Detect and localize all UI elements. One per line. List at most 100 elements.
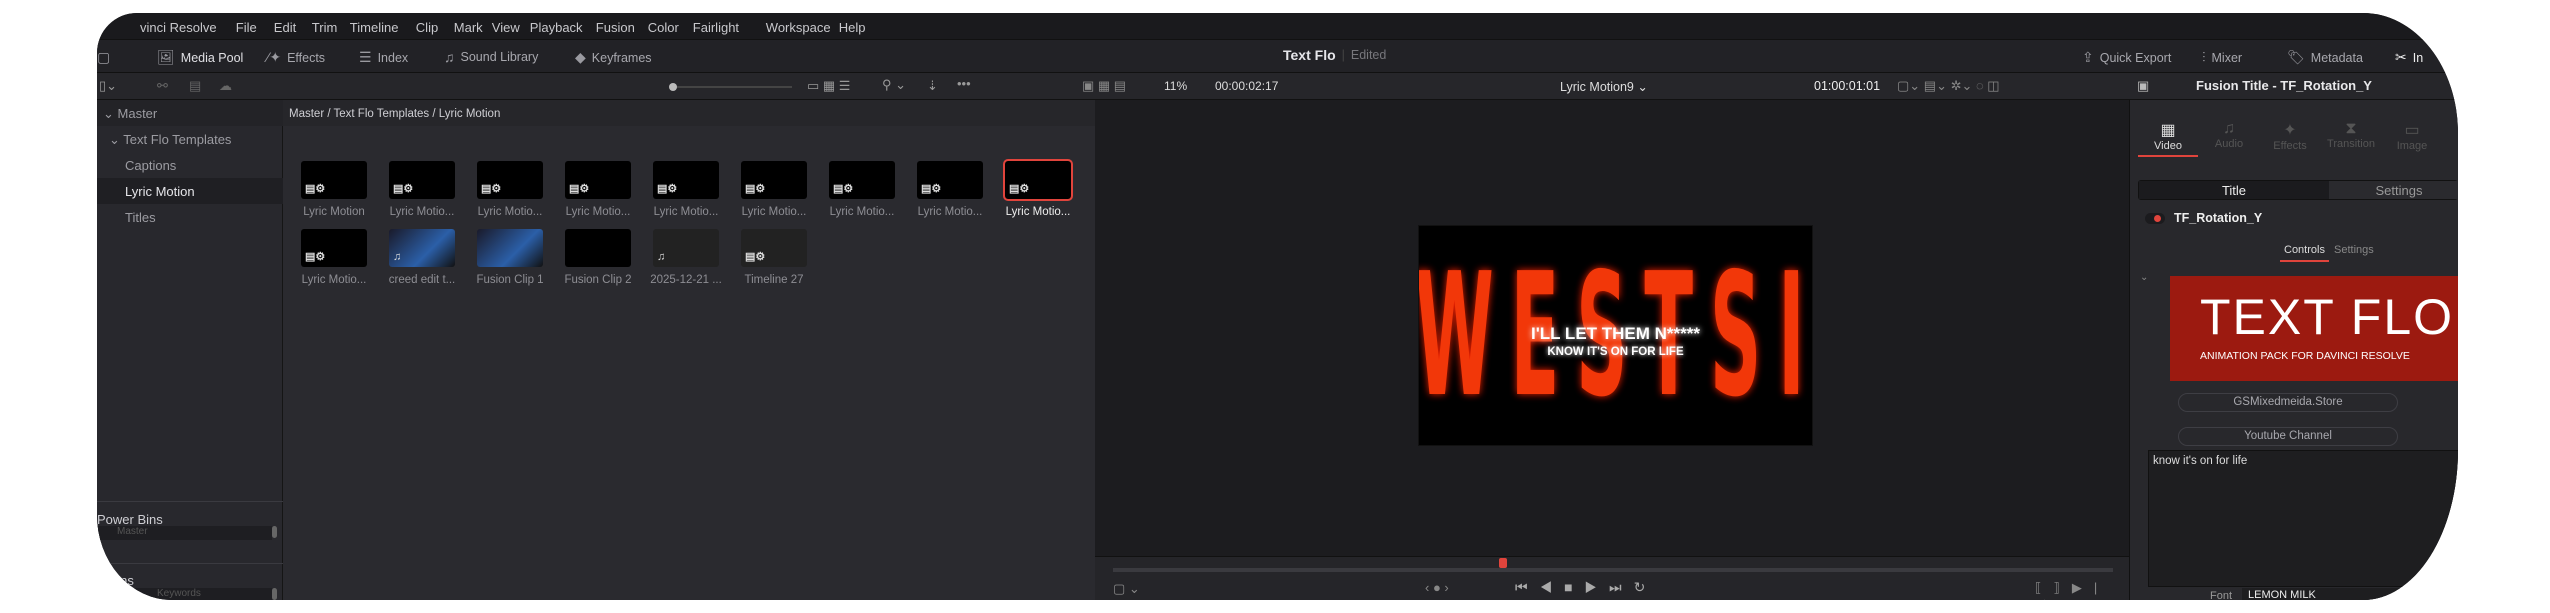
sound-library-button[interactable]: ♫ Sound Library <box>444 49 538 65</box>
scrollbar[interactable] <box>272 588 277 600</box>
clip-thumbnail[interactable] <box>565 229 631 267</box>
tab-transition[interactable]: ⧗ Transition <box>2321 120 2381 153</box>
metadata-button[interactable]: 🏷 Metadata <box>2287 49 2363 66</box>
duration-timecode: 00:00:02:17 <box>1215 79 1279 93</box>
timeline-selector[interactable]: Lyric Motion9 ⌄ <box>1560 79 1648 94</box>
cloud-icon[interactable]: ☁ <box>219 78 232 94</box>
lyric-line-1: I'LL LET THEM N***** <box>1530 324 1701 343</box>
banner-subtitle: ANIMATION PACK FOR DAVINCI RESOLVE <box>2200 350 2410 362</box>
menu-item[interactable]: Timeline <box>350 20 399 35</box>
store-link-button[interactable]: GSMixedmeida.Store <box>2178 393 2398 412</box>
title-icon: ▤⚙ <box>481 183 502 195</box>
clip-thumbnail[interactable]: ▤⚙ <box>653 161 719 199</box>
media-pool-button[interactable]: 🖼 Media Pool <box>157 49 243 66</box>
subtab-settings[interactable]: Settings <box>2334 244 2374 256</box>
bin-sidebar: ⌄ Master ⌄ Text Flo Templates Captions L… <box>97 100 283 600</box>
text-input[interactable]: know it's on for life <box>2148 450 2458 587</box>
jog-icon[interactable]: ‹ ● › <box>1425 580 1449 595</box>
scrollbar[interactable] <box>272 526 277 538</box>
clip-label: Lyric Motio... <box>653 206 719 218</box>
music-list-icon: ♫ <box>444 49 455 65</box>
menu-item[interactable]: View <box>492 20 520 35</box>
font-label: Font <box>2210 590 2233 600</box>
sort-icon[interactable]: ⇣ <box>927 78 938 94</box>
workspace-toggle[interactable]: ▢ <box>97 49 110 66</box>
panel-layout-icon[interactable]: ▯⌄ <box>99 78 117 94</box>
index-button[interactable]: ☰ Index <box>359 49 408 66</box>
bin-text-flo-templates[interactable]: ⌄ Text Flo Templates <box>97 126 283 152</box>
safe-area-icon[interactable]: ▢ ⌄ <box>1113 581 1140 597</box>
bin-master[interactable]: ⌄ Master <box>97 100 283 126</box>
segment-settings[interactable]: Settings <box>2329 181 2458 199</box>
effects-button[interactable]: ⁄✦ Effects <box>267 49 325 66</box>
menu-item[interactable]: Fairlight <box>693 20 739 35</box>
clip-thumbnail[interactable]: ▤⚙ <box>741 161 807 199</box>
playhead[interactable] <box>1499 558 1507 568</box>
scrubber[interactable] <box>1113 568 2113 572</box>
in-out-icons[interactable]: ⟦⟧▶|◀ <box>2035 580 2129 600</box>
menu-item[interactable]: Workspace <box>766 20 831 35</box>
clip-thumbnail[interactable]: ▤⚙ <box>741 229 807 267</box>
tab-image[interactable]: ▭ Image <box>2382 120 2442 155</box>
clip-label: Fusion Clip 2 <box>564 274 632 286</box>
inspector-view-icon[interactable]: ▣ <box>2137 78 2149 94</box>
power-bins-item[interactable]: Master <box>97 526 272 540</box>
menu-item[interactable]: Mark <box>454 20 483 35</box>
collapse-chevron-icon[interactable]: ⌄ <box>2140 272 2148 283</box>
smart-bins-item[interactable]: Keywords <box>97 588 272 600</box>
viewer-options-icons[interactable]: ▢⌄ ▤⌄ ✲⌄ ◌ ◫ <box>1897 78 2000 94</box>
view-mode-icons[interactable]: ▭ ▦ ☰ <box>807 78 850 94</box>
tab-video[interactable]: ▦ Video <box>2138 120 2198 157</box>
zoom-level[interactable]: 11% <box>1164 79 1187 93</box>
menu-item[interactable]: Edit <box>274 20 296 35</box>
quick-export-button[interactable]: ⇪ Quick Export <box>2082 49 2171 66</box>
thumbnail-size-slider[interactable] <box>669 83 792 91</box>
clip-thumbnail[interactable]: ▤⚙ <box>301 229 367 267</box>
menu-item[interactable]: Fusion <box>596 20 635 35</box>
bin-titles[interactable]: Titles <box>97 204 283 230</box>
clip-thumbnail[interactable]: ▤⚙ <box>829 161 895 199</box>
media-pool-bins: Master / Text Flo Templates / Lyric Moti… <box>283 100 1095 600</box>
font-select[interactable]: LEMON MILK <box>2242 588 2442 600</box>
menu-item[interactable]: Clip <box>416 20 438 35</box>
bin-captions[interactable]: Captions <box>97 152 283 178</box>
tab-effects[interactable]: ✦ Effects <box>2260 120 2320 155</box>
current-timecode: 01:00:01:01 <box>1814 79 1881 93</box>
clip-thumbnail[interactable]: ♫ <box>389 229 455 267</box>
viewer-layout-icons[interactable]: ▣ ▦ ▤ <box>1082 78 1126 94</box>
inspector-button[interactable]: ✂ In <box>2395 49 2423 66</box>
clip-label: Lyric Motio... <box>301 274 367 286</box>
clip-thumbnail[interactable]: ▤⚙ <box>389 161 455 199</box>
clip-thumbnail[interactable]: ▤⚙ <box>301 161 367 199</box>
bin-lyric-motion[interactable]: Lyric Motion <box>97 178 283 204</box>
segment-title[interactable]: Title <box>2139 181 2329 199</box>
node-enable-toggle[interactable] <box>2145 213 2165 224</box>
menu-item[interactable]: Playback <box>530 20 583 35</box>
menu-item[interactable]: Help <box>839 20 866 35</box>
clip-thumbnail[interactable]: ▤⚙ <box>565 161 631 199</box>
clip-thumbnail[interactable]: ♫ <box>653 229 719 267</box>
youtube-channel-button[interactable]: Youtube Channel <box>2178 427 2398 446</box>
tab-audio[interactable]: ♫ Audio <box>2199 120 2259 153</box>
search-icon[interactable]: ⚲ ⌄ <box>882 77 906 93</box>
node-name: TF_Rotation_Y <box>2174 211 2263 225</box>
subtab-controls[interactable]: Controls <box>2280 244 2329 262</box>
menu-item[interactable]: File <box>236 20 257 35</box>
caption-icon[interactable]: ▤ <box>189 78 201 94</box>
clip-thumbnail[interactable]: ▤⚙ <box>477 161 543 199</box>
unlink-icon[interactable]: ⚯ <box>157 78 168 94</box>
keyframes-button[interactable]: ◆ Keyframes <box>575 49 652 66</box>
clip-thumbnail[interactable] <box>477 229 543 267</box>
clip-thumbnail[interactable]: ▤⚙ <box>1003 159 1073 201</box>
tab-label: Image <box>2396 140 2428 152</box>
clip-thumbnail[interactable]: ▤⚙ <box>917 161 983 199</box>
breadcrumb: Master / Text Flo Templates / Lyric Moti… <box>283 100 1095 126</box>
menu-item[interactable]: Color <box>648 20 679 35</box>
tag-icon: 🏷 <box>2287 49 2305 65</box>
more-icon[interactable]: ••• <box>957 76 971 91</box>
video-icon: ▦ <box>2160 122 2176 139</box>
mixer-button[interactable]: ⫶ Mixer <box>2202 49 2242 66</box>
menu-item[interactable]: Trim <box>312 20 338 35</box>
playback-controls[interactable]: ⏮◀■▶⏭↻ <box>1515 579 1657 596</box>
menu-item[interactable]: vinci Resolve <box>140 20 217 35</box>
